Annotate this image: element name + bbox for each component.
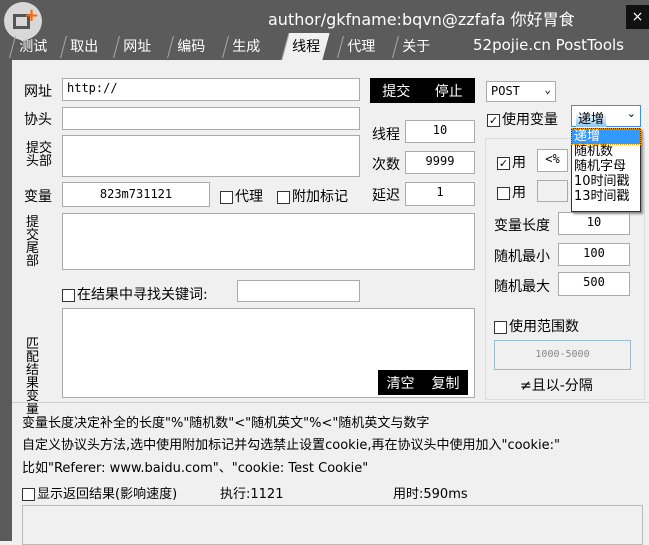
app-logo-icon: + <box>4 2 42 40</box>
find-keyword-checkbox[interactable]: 在结果中寻找关键词: <box>62 284 208 304</box>
stop-button[interactable]: 停止 <box>435 81 463 101</box>
submit-head-label: 提交头部 <box>26 141 53 169</box>
tab-url[interactable]: 网址 <box>113 36 160 58</box>
tab-generate[interactable]: 生成 <box>222 36 269 58</box>
clear-button[interactable]: 清空 <box>387 373 415 393</box>
note-line: 自定义协议头方法,选中使用附加标记并勾选禁止设置cookie,再在协议头中使用加… <box>22 438 560 453</box>
rand-max-input[interactable]: 500 <box>558 272 630 296</box>
window-edge <box>0 60 12 541</box>
option-13-timestamp[interactable]: 13时间戳 <box>572 189 640 204</box>
checkbox-icon <box>277 190 290 204</box>
option-random-number[interactable]: 随机数 <box>572 144 640 159</box>
url-label: 网址 <box>24 84 52 100</box>
chevron-down-icon: ⌄ <box>544 83 551 96</box>
rand-min-label: 随机最小 <box>494 249 550 265</box>
delay-label: 延迟 <box>372 188 400 204</box>
option-increment[interactable]: 递增 <box>571 128 641 145</box>
close-button[interactable]: × <box>626 5 649 29</box>
tab-encode[interactable]: 编码 <box>167 36 214 58</box>
threads-label: 线程 <box>372 127 400 143</box>
brand-label: 52pojie.cn PostTools <box>473 36 624 54</box>
window-title: author/gkfname:bqvn@zzfafa 你好胃食 <box>268 10 575 29</box>
checkbox-icon <box>62 288 75 302</box>
submit-tail-textarea[interactable] <box>62 213 475 270</box>
header-label: 协头 <box>24 112 52 128</box>
exec-count: 执行:1121 <box>220 487 284 502</box>
tab-about[interactable]: 关于 <box>392 36 439 58</box>
tab-test[interactable]: 测试 <box>9 36 56 58</box>
option-random-letters[interactable]: 随机字母 <box>572 159 640 174</box>
proxy-checkbox[interactable]: 代理 <box>220 186 263 206</box>
match-result-label: 匹配结果变量 <box>26 337 40 417</box>
var-mode-dropdown: 递增 随机数 随机字母 10时间戳 13时间戳 <box>571 128 641 212</box>
url-input[interactable]: http:// <box>62 78 360 101</box>
range-hint: ≠且以-分隔 <box>520 378 593 394</box>
elapsed-time: 用时:590ms <box>393 487 468 502</box>
submit-head-textarea[interactable] <box>62 135 360 177</box>
submit-button[interactable]: 提交 <box>382 81 410 101</box>
tab-extract[interactable]: 取出 <box>60 36 107 58</box>
count-label: 次数 <box>372 157 400 173</box>
note-line: 比如"Referer: www.baidu.com"、"cookie: Test… <box>22 461 369 476</box>
use-range-checkbox[interactable]: 使用范围数 <box>494 316 579 336</box>
use-var-checkbox[interactable]: ✓ 使用变量 <box>487 109 558 129</box>
checkbox-checked-icon: ✓ <box>487 113 500 127</box>
use1-input[interactable]: <% <box>537 149 568 172</box>
rand-max-label: 随机最大 <box>494 279 550 295</box>
note-line: 变量长度决定补全的长度"%"随机数"<"随机英文"%<"随机英文与数字 <box>22 416 430 431</box>
rand-min-input[interactable]: 100 <box>558 243 630 266</box>
header-input[interactable] <box>62 107 360 130</box>
checkbox-icon <box>494 320 507 334</box>
copy-button[interactable]: 复制 <box>432 373 460 393</box>
tag-checkbox[interactable]: 附加标记 <box>277 186 348 206</box>
delay-input[interactable]: 1 <box>405 182 475 206</box>
tab-proxy[interactable]: 代理 <box>337 36 384 58</box>
submit-tail-label: 提交尾部 <box>26 215 40 269</box>
var-input[interactable]: 823m731121 <box>62 182 210 207</box>
show-result-checkbox[interactable]: 显示返回结果(影响速度) <box>22 483 177 502</box>
count-input[interactable]: 9999 <box>405 151 475 174</box>
checkbox-checked-icon: ✓ <box>497 156 510 170</box>
keyword-input[interactable] <box>237 280 360 302</box>
use2-input[interactable] <box>537 180 568 202</box>
range-input[interactable]: 1000-5000 <box>494 340 631 370</box>
checkbox-icon <box>220 190 233 204</box>
option-10-timestamp[interactable]: 10时间戳 <box>572 174 640 189</box>
method-select[interactable]: POST ⌄ <box>486 81 556 102</box>
threads-input[interactable]: 10 <box>405 120 475 143</box>
chevron-down-icon: ⌄ <box>626 107 636 120</box>
use1-checkbox[interactable]: ✓ 用 <box>497 152 526 172</box>
var-mode-select[interactable]: 递增 ⌄ <box>571 105 641 127</box>
var-label: 变量 <box>24 189 52 205</box>
result-output[interactable] <box>22 505 643 545</box>
checkbox-icon <box>22 488 35 501</box>
checkbox-icon <box>497 186 510 200</box>
clear-copy-group: 清空 复制 <box>378 370 468 395</box>
divider <box>12 402 649 403</box>
submit-stop-group: 提交 停止 <box>370 78 475 103</box>
var-length-label: 变量长度 <box>494 218 550 234</box>
tab-thread[interactable]: 线程 <box>281 33 330 60</box>
var-length-input[interactable]: 10 <box>558 212 630 235</box>
use2-checkbox[interactable]: 用 <box>497 182 526 202</box>
